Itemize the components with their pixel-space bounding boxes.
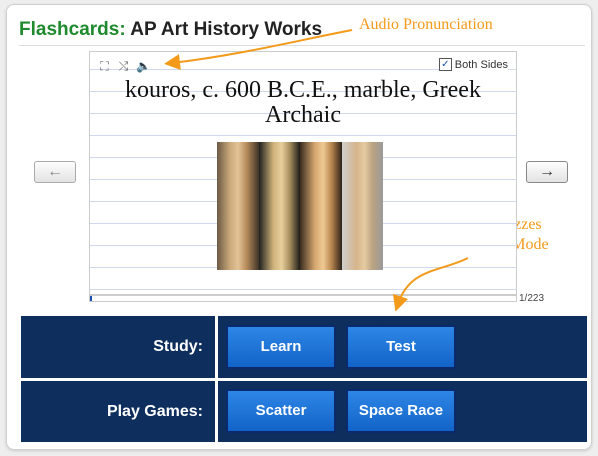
- progress-fill: [90, 296, 93, 301]
- audio-annotation: Audio Pronunciation: [359, 16, 493, 33]
- card-counter: 1/223: [519, 293, 545, 304]
- title-divider: [19, 45, 585, 46]
- next-card-button[interactable]: →: [526, 161, 568, 183]
- games-label: Play Games:: [21, 381, 215, 442]
- title-prefix: Flashcards:: [19, 19, 126, 40]
- card-toolbar: ⛶ ⤭ 🔈: [98, 60, 151, 73]
- study-label: Study:: [21, 316, 215, 378]
- shuffle-icon[interactable]: ⤭: [117, 60, 130, 73]
- flashcard[interactable]: ⛶ ⤭ 🔈 ✓ Both Sides kouros, c. 600 B.C.E.…: [89, 51, 517, 295]
- image-panel-1: [217, 142, 259, 270]
- flashcards-panel: Flashcards: AP Art History Works Audio P…: [6, 4, 592, 450]
- test-button[interactable]: Test: [346, 325, 456, 369]
- speaker-icon[interactable]: 🔈: [136, 60, 151, 73]
- page-title: Flashcards: AP Art History Works: [19, 19, 322, 41]
- learn-button[interactable]: Learn: [226, 325, 336, 369]
- previous-card-button[interactable]: ←: [34, 161, 76, 183]
- both-sides-checkbox[interactable]: ✓: [438, 58, 452, 71]
- study-buttons-row: Learn Test: [218, 316, 587, 378]
- progress-bar: [89, 295, 517, 302]
- card-term: kouros, c. 600 B.C.E., marble, Greek Arc…: [125, 77, 481, 128]
- image-panel-2: [258, 142, 300, 270]
- both-sides-toggle[interactable]: ✓ Both Sides: [438, 58, 508, 71]
- scatter-button[interactable]: Scatter: [226, 389, 336, 433]
- activities-grid: Study: Learn Test Play Games: Scatter Sp…: [21, 316, 587, 442]
- space-race-button[interactable]: Space Race: [346, 389, 456, 433]
- image-panel-4: [341, 142, 383, 270]
- fullscreen-icon[interactable]: ⛶: [98, 60, 111, 73]
- games-buttons-row: Scatter Space Race: [218, 381, 587, 442]
- title-text: AP Art History Works: [130, 19, 323, 40]
- both-sides-label: Both Sides: [454, 58, 508, 71]
- image-panel-3: [300, 142, 342, 270]
- kouros-image: [217, 142, 383, 270]
